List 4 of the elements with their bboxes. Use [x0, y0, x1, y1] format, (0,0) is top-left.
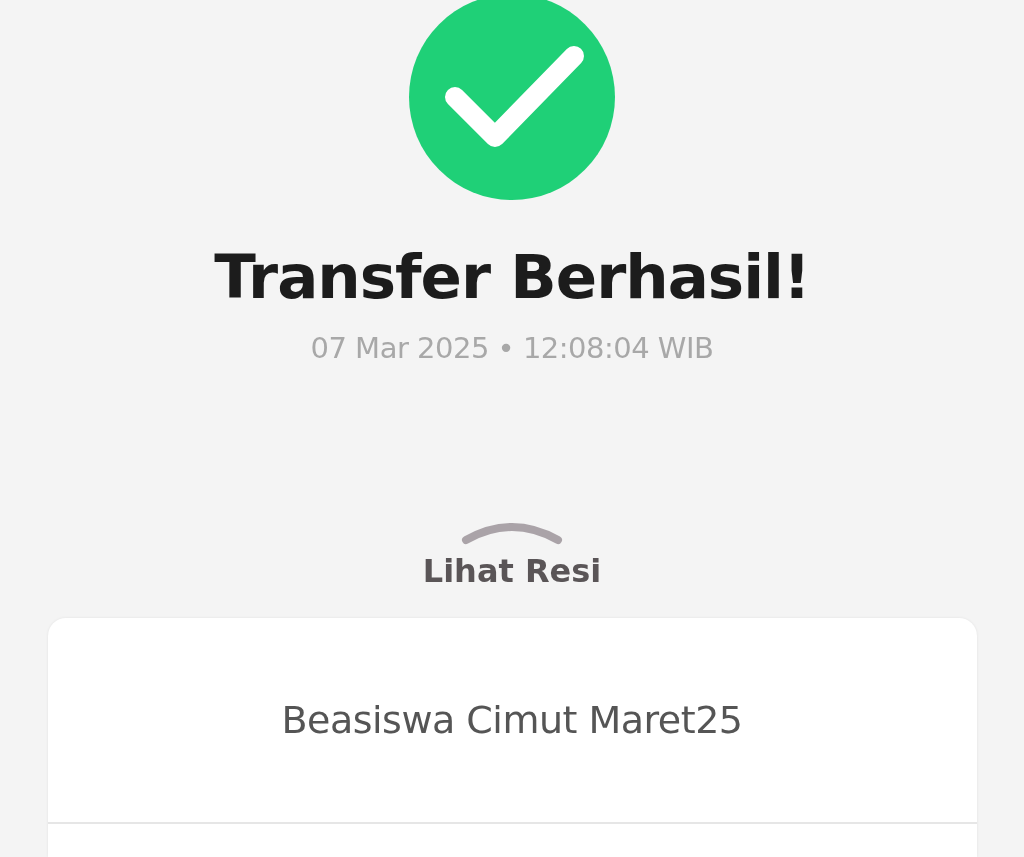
transfer-note: Beasiswa Cimut Maret25 — [47, 618, 977, 824]
transfer-datetime: 07 Mar 2025 • 12:08:04 WIB — [310, 330, 714, 367]
success-title: Transfer Berhasil! — [214, 240, 810, 314]
view-receipt-toggle[interactable]: Lihat Resi — [422, 518, 602, 590]
